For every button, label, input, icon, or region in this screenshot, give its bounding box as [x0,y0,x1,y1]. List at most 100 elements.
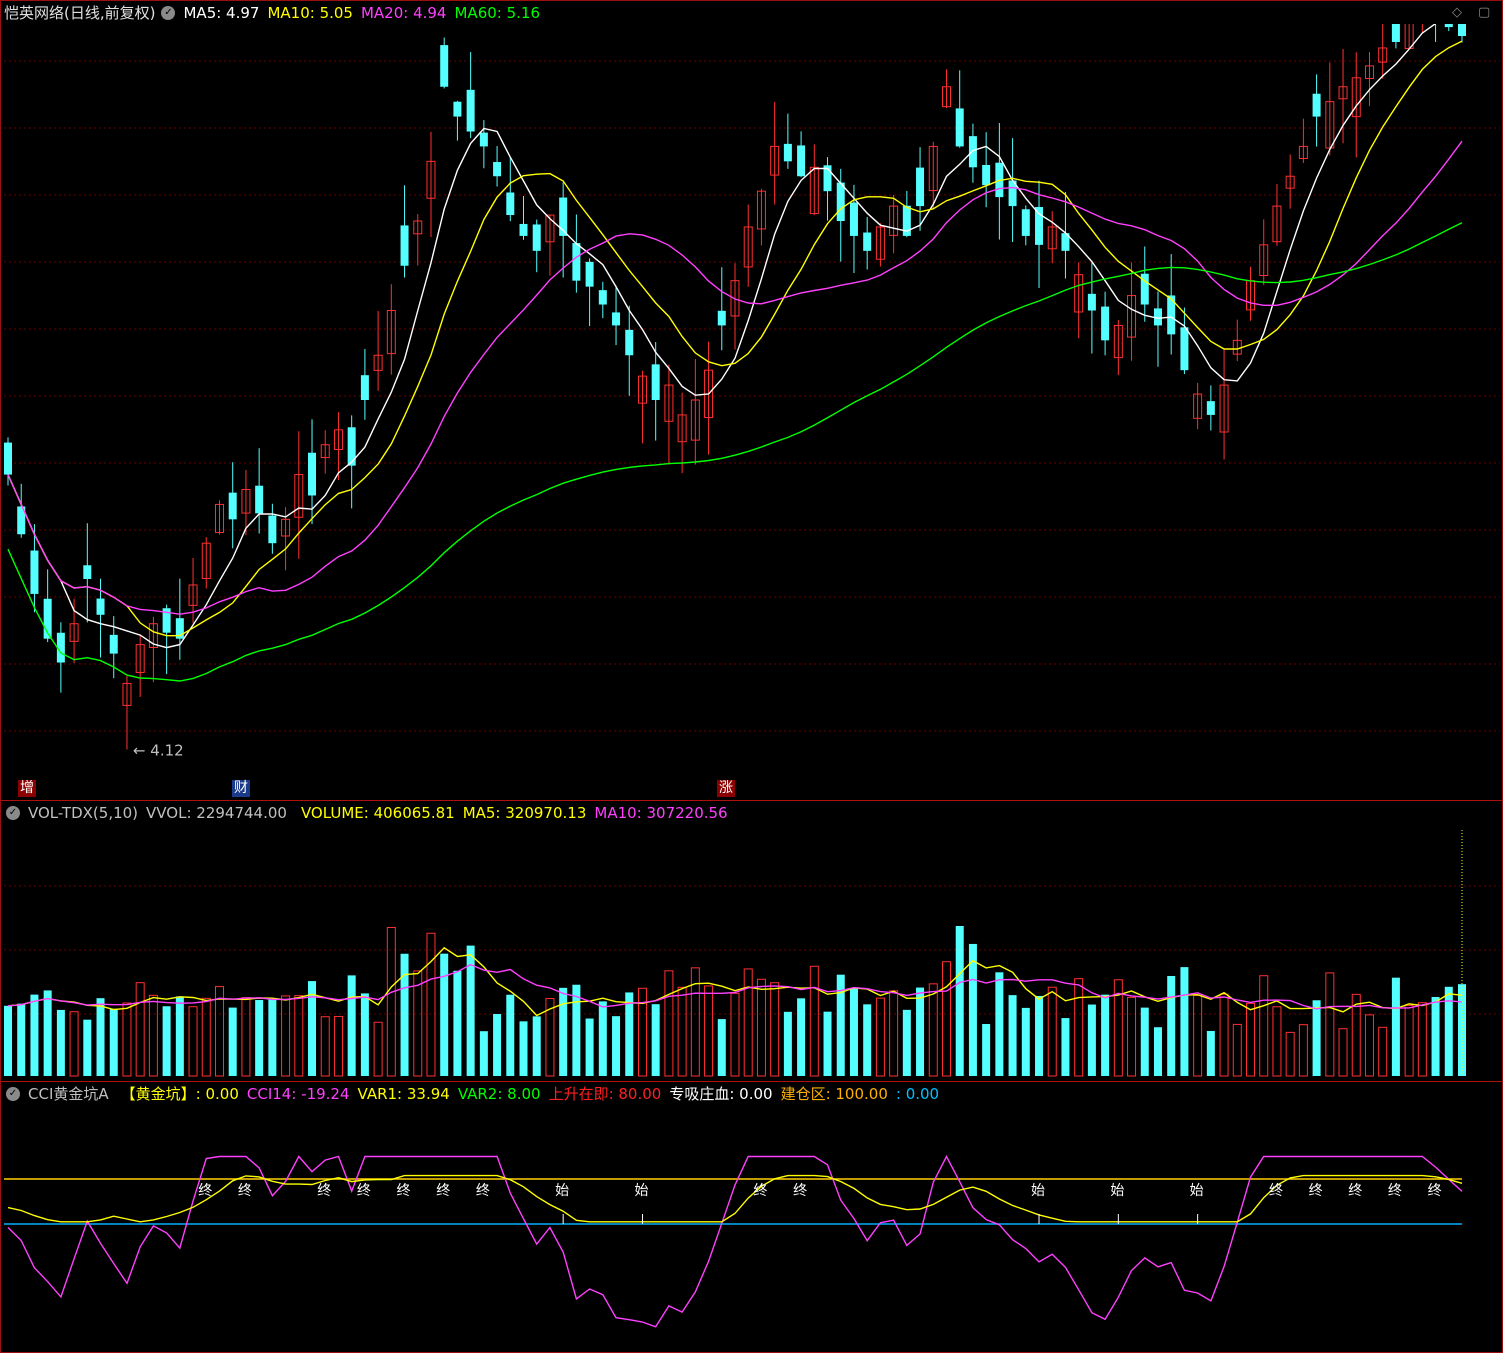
candle-body [1444,24,1453,28]
ma10-label: MA10: 5.05 [267,4,353,22]
volume-bar [400,953,409,1076]
candle-body [360,375,369,400]
tag-zeng[interactable]: 增 [18,780,36,797]
volume-bar [333,1015,343,1077]
candle-body [955,108,964,147]
ma60-label: MA60: 5.16 [454,4,540,22]
volume-bar [1378,1026,1388,1077]
volume-bar [268,998,277,1076]
candle-body [982,164,991,186]
tag-zhang[interactable]: 涨 [717,780,735,797]
candle-body [1021,209,1030,236]
volume-bar [30,994,39,1076]
candle-body [440,45,449,87]
volume-bar [1272,1006,1282,1077]
build-zone-label: 建仓区: 100.00 [780,1085,888,1103]
cci-golden-pit: 【黄金坑】: 0.00 [120,1085,239,1103]
cci-header: ✓ CCI黄金坑A 【黄金坑】: 0.00 CCI14: -19.24 VAR1… [4,1083,947,1105]
main-settings-icon[interactable]: ✓ [161,6,176,20]
cci-chart[interactable]: 终终终终终终终始始终终始始始终终终终终 [0,1104,1503,1352]
volume-bar [479,1031,488,1076]
divider-main-volume [1,800,1502,801]
volume-bar [770,982,780,1077]
candle-body [849,202,858,236]
volume-bar [1312,1000,1321,1076]
volume-bar [519,1021,528,1076]
restore-icon[interactable]: ▢ [1478,5,1490,20]
volume-bar [1364,1014,1374,1077]
volume-bar [4,1005,12,1076]
volume-bar [1061,1018,1070,1076]
candle-body [30,550,39,594]
ma20-label: MA20: 4.94 [360,4,447,22]
volume-bar [612,1016,621,1076]
candle-body [255,485,264,514]
cci-start-mark: 始 [1031,1183,1045,1199]
volume-bar [148,994,158,1077]
volume-bar [1338,1028,1348,1077]
cci-end-mark: 终 [1269,1183,1283,1199]
volume-bar [863,1004,872,1076]
volume-bar [849,988,858,1076]
volume-bar [1153,1027,1162,1076]
volume-bar [743,968,753,1077]
candle-body [1180,327,1189,371]
diamond-icon[interactable]: ◇ [1452,5,1462,20]
volume-bar [1206,1030,1215,1076]
candle-body [506,192,515,216]
cci-start-mark: 始 [1190,1183,1204,1199]
volume-bar [1035,995,1044,1076]
vvol-label: VVOL: 2294744.00 [146,804,287,822]
candle-body [572,243,581,281]
cci-end-mark: 终 [1428,1183,1442,1199]
cci-end-mark: 终 [317,1183,331,1199]
volume-bar [109,1008,118,1076]
cci-settings-icon[interactable]: ✓ [6,1087,20,1101]
volume-bar [717,1019,726,1076]
volume-chart[interactable] [0,822,1503,1080]
cci-end-mark: 终 [436,1183,450,1199]
volume-bar [1180,967,1189,1076]
volume-bar [493,1014,502,1076]
volume-bar [982,1024,991,1076]
absorb-label: 专吸庄血: 0.00 [669,1085,773,1103]
candle-body [783,143,792,162]
volume-bar [677,986,687,1077]
candle-body [83,565,92,579]
volume-bar [241,997,251,1077]
volume-bar [413,970,423,1077]
volume-bar [1232,1023,1242,1077]
candle-body [519,223,528,236]
volume-bar [426,932,436,1077]
candle-body [308,452,317,496]
cci14-line [7,1154,1463,1328]
volume-bar [1325,972,1335,1077]
volume-bar [1193,994,1203,1077]
candle-body [1458,24,1466,37]
tag-cai[interactable]: 财 [232,780,250,797]
volume-bar [756,978,766,1077]
rising-label: 上升在即: 80.00 [548,1085,662,1103]
volume-header: ✓ VOL-TDX(5,10) VVOL: 2294744.00 VOLUME:… [4,802,736,824]
cci-end-mark: 终 [1309,1183,1323,1199]
volume-bar [69,1011,79,1077]
volume-bar [598,1001,607,1076]
candle-body [96,598,105,615]
volume-bar [1219,993,1229,1077]
candle-body [479,132,488,147]
volume-bar [214,986,224,1077]
candle-body [585,261,594,287]
volume-bar [1074,978,1084,1077]
volume-settings-icon[interactable]: ✓ [6,806,20,820]
volume-bar [17,1003,26,1076]
volume-bar [559,987,568,1076]
volume-bar [347,975,356,1076]
volume-bar [1259,975,1269,1077]
candle-body [1035,207,1044,245]
ma5-label: MA5: 4.97 [183,4,260,22]
vol-ma5-label: MA5: 320970.13 [462,804,587,822]
volume-bar [294,995,304,1077]
cci-end-mark: 终 [1388,1183,1402,1199]
candle-body [228,492,237,520]
candlestick-chart[interactable]: ← 6.29← 4.12 [0,24,1503,800]
